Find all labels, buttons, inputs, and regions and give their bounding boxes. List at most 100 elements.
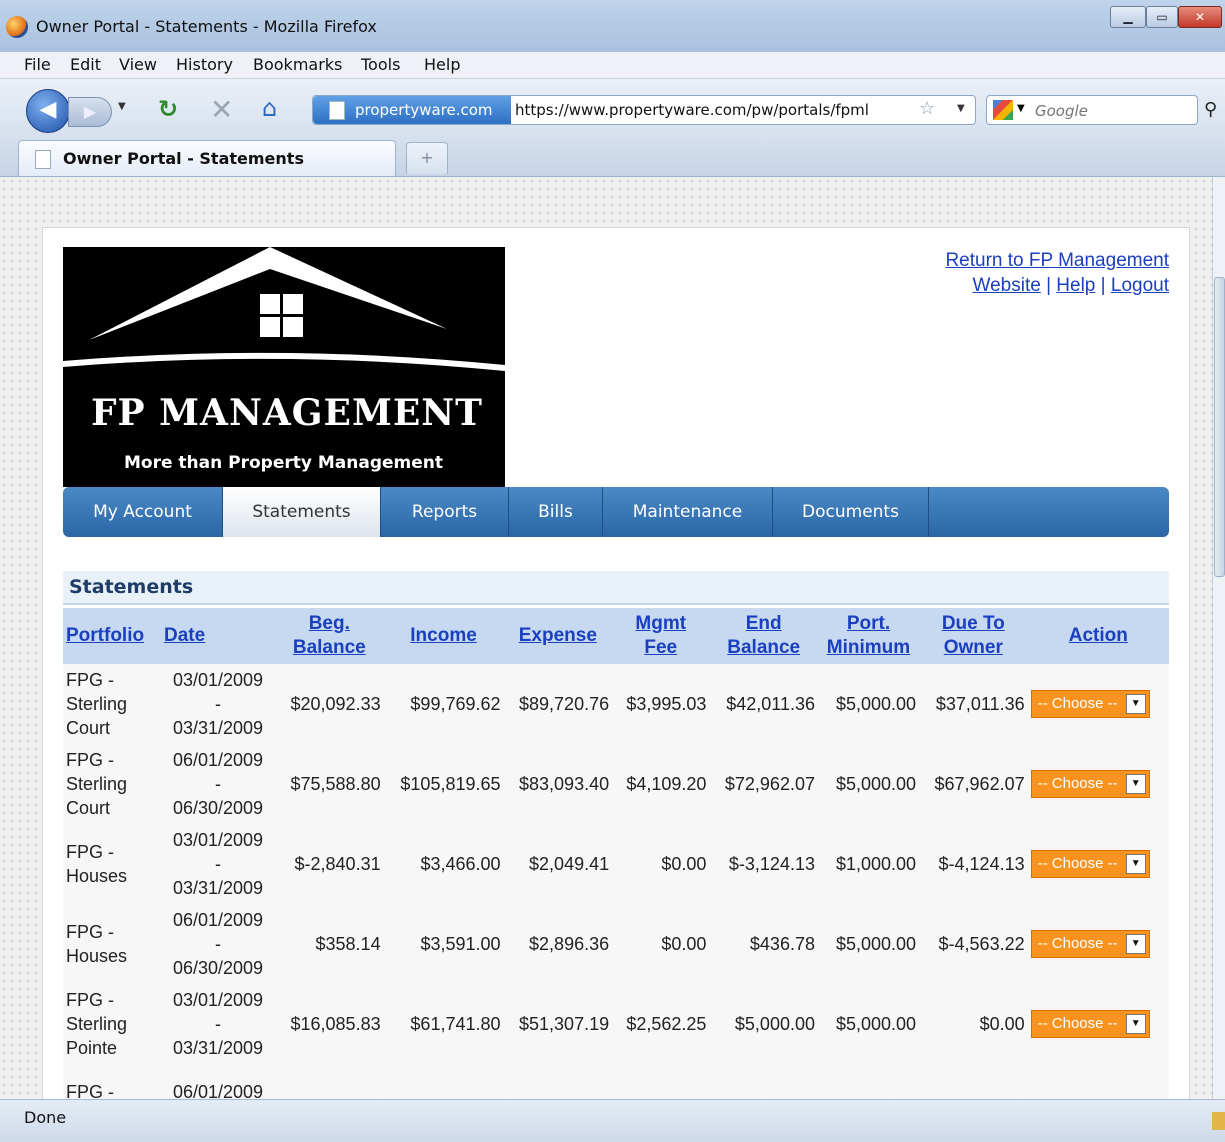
chevron-down-icon[interactable]: ▼ <box>1125 934 1146 954</box>
statements-table: Portfolio Date Beg. Balance Income Expens… <box>63 608 1169 1099</box>
search-bar[interactable]: ▼ <box>986 95 1198 125</box>
chevron-down-icon[interactable]: ▼ <box>1125 1014 1146 1034</box>
reload-icon[interactable]: ↻ <box>158 95 178 123</box>
search-engine-dropdown-icon[interactable]: ▼ <box>1017 103 1025 114</box>
port-minimum-cell: $1,000.00 <box>835 854 917 874</box>
search-input[interactable] <box>1033 99 1187 123</box>
action-select[interactable]: -- Choose -- ▼ <box>1030 690 1150 718</box>
menu-history[interactable]: History <box>176 55 233 74</box>
firefox-icon <box>6 16 28 38</box>
action-select-label: -- Choose -- <box>1037 855 1118 872</box>
tab-strip: Owner Portal - Statements + <box>0 134 1225 177</box>
menu-help[interactable]: Help <box>424 55 460 74</box>
section-title: Statements <box>69 576 194 598</box>
menu-tools[interactable]: Tools <box>361 55 400 74</box>
search-engine-icon[interactable] <box>993 100 1013 120</box>
tab-owner-portal[interactable]: Owner Portal - Statements <box>18 140 396 176</box>
due-to-owner-cell: $-4,124.13 <box>938 854 1025 874</box>
menu-edit[interactable]: Edit <box>70 55 101 74</box>
site-identity-button[interactable]: propertyware.com <box>313 96 511 124</box>
lock-icon <box>1212 1112 1225 1130</box>
income-cell: $3,591.00 <box>420 934 501 954</box>
page-icon <box>329 101 345 120</box>
history-dropdown-icon[interactable]: ▼ <box>118 101 126 112</box>
chevron-down-icon[interactable]: ▼ <box>1125 854 1146 874</box>
col-due-to-owner[interactable]: Due To Owner <box>919 608 1028 664</box>
income-cell: $3,466.00 <box>420 854 501 874</box>
action-select[interactable]: -- Choose -- ▼ <box>1030 1010 1150 1038</box>
date-cell: 03/01/2009-03/31/2009 <box>172 670 264 738</box>
col-action[interactable]: Action <box>1028 608 1169 664</box>
window-title-bar: Owner Portal - Statements - Mozilla Fire… <box>0 0 1225 52</box>
close-button[interactable]: ✕ <box>1178 6 1222 28</box>
expense-cell: $51,307.19 <box>519 1014 610 1034</box>
portfolio-cell: FPG - Houses <box>66 922 128 966</box>
portal-page: FP MANAGEMENT More than Property Managem… <box>42 227 1190 1099</box>
col-port-minimum[interactable]: Port. Minimum <box>818 608 919 664</box>
address-bar[interactable]: propertyware.com https://www.propertywar… <box>312 95 976 125</box>
back-button[interactable]: ◀ <box>26 89 70 133</box>
col-date[interactable]: Date <box>161 608 275 664</box>
mgmt-fee-cell: $0.00 <box>661 934 707 954</box>
url-text[interactable]: https://www.propertyware.com/pw/portals/… <box>515 101 915 119</box>
end-balance-cell: $5,000.00 <box>734 1014 815 1034</box>
url-dropdown-icon[interactable]: ▼ <box>957 103 965 114</box>
back-arrow-icon: ◀ <box>39 97 57 122</box>
income-cell <box>384 1064 504 1099</box>
col-portfolio[interactable]: Portfolio <box>63 608 161 664</box>
maximize-button[interactable]: ▭ <box>1146 6 1178 28</box>
site-identity-label: propertyware.com <box>355 101 493 119</box>
new-tab-button[interactable]: + <box>406 142 448 174</box>
minimize-button[interactable]: ▁ <box>1110 6 1146 28</box>
col-beg-balance[interactable]: Beg. Balance <box>275 608 384 664</box>
scrollbar-thumb[interactable] <box>1214 277 1225 577</box>
date-cell: 03/01/2009-03/31/2009 <box>172 830 264 898</box>
star-icon[interactable]: ☆ <box>919 98 935 119</box>
col-end-balance[interactable]: End Balance <box>709 608 818 664</box>
website-link[interactable]: Website <box>973 275 1041 296</box>
mgmt-fee-cell: $2,562.25 <box>626 1014 707 1034</box>
income-cell: $99,769.62 <box>410 694 501 714</box>
tab-documents[interactable]: Documents <box>773 487 929 537</box>
action-cell: -- Choose -- ▼ <box>1028 744 1169 824</box>
help-link[interactable]: Help <box>1056 275 1095 296</box>
due-to-owner-cell <box>919 1064 1028 1099</box>
menu-file[interactable]: File <box>24 55 51 74</box>
beg-balance-cell: $-2,840.31 <box>294 854 381 874</box>
statement-row: FPG - Sterling Court 03/01/2009-03/31/2009… <box>63 664 1169 744</box>
forward-arrow-icon: ▶ <box>83 102 97 121</box>
col-income[interactable]: Income <box>384 608 504 664</box>
beg-balance-cell <box>275 1064 384 1099</box>
menu-view[interactable]: View <box>119 55 157 74</box>
action-select[interactable]: -- Choose -- ▼ <box>1030 770 1150 798</box>
minimize-icon: ▁ <box>1123 10 1133 24</box>
tab-maintenance[interactable]: Maintenance <box>603 487 773 537</box>
forward-button[interactable]: ▶ <box>68 97 112 127</box>
return-link[interactable]: Return to FP Management <box>945 250 1169 271</box>
stop-icon[interactable]: ✕ <box>210 93 233 126</box>
tab-label: Owner Portal - Statements <box>63 149 304 168</box>
tab-reports[interactable]: Reports <box>381 487 509 537</box>
action-select[interactable]: -- Choose -- ▼ <box>1030 930 1150 958</box>
date-cell: 03/01/2009-03/31/2009 <box>172 990 264 1058</box>
tab-bills[interactable]: Bills <box>509 487 603 537</box>
chevron-down-icon[interactable]: ▼ <box>1125 774 1146 794</box>
maximize-icon: ▭ <box>1156 10 1168 24</box>
action-select-label: -- Choose -- <box>1037 695 1118 712</box>
logout-link[interactable]: Logout <box>1111 275 1169 296</box>
beg-balance-cell: $75,588.80 <box>290 774 381 794</box>
tab-my-account[interactable]: My Account <box>63 487 223 537</box>
menu-bookmarks[interactable]: Bookmarks <box>253 55 342 74</box>
col-expense[interactable]: Expense <box>504 608 613 664</box>
chevron-down-icon[interactable]: ▼ <box>1125 694 1146 714</box>
vertical-scrollbar[interactable] <box>1212 177 1225 1099</box>
action-select[interactable]: -- Choose -- ▼ <box>1030 850 1150 878</box>
end-balance-cell: $-3,124.13 <box>728 854 815 874</box>
table-header-row: Portfolio Date Beg. Balance Income Expens… <box>63 608 1169 664</box>
col-mgmt-fee[interactable]: Mgmt Fee <box>612 608 709 664</box>
port-minimum-cell: $5,000.00 <box>835 934 917 954</box>
date-cell: 06/01/2009 <box>172 1082 264 1099</box>
home-icon[interactable]: ⌂ <box>262 94 277 122</box>
tab-statements[interactable]: Statements <box>223 487 381 537</box>
magnifier-icon[interactable]: ⚲ <box>1204 99 1217 120</box>
